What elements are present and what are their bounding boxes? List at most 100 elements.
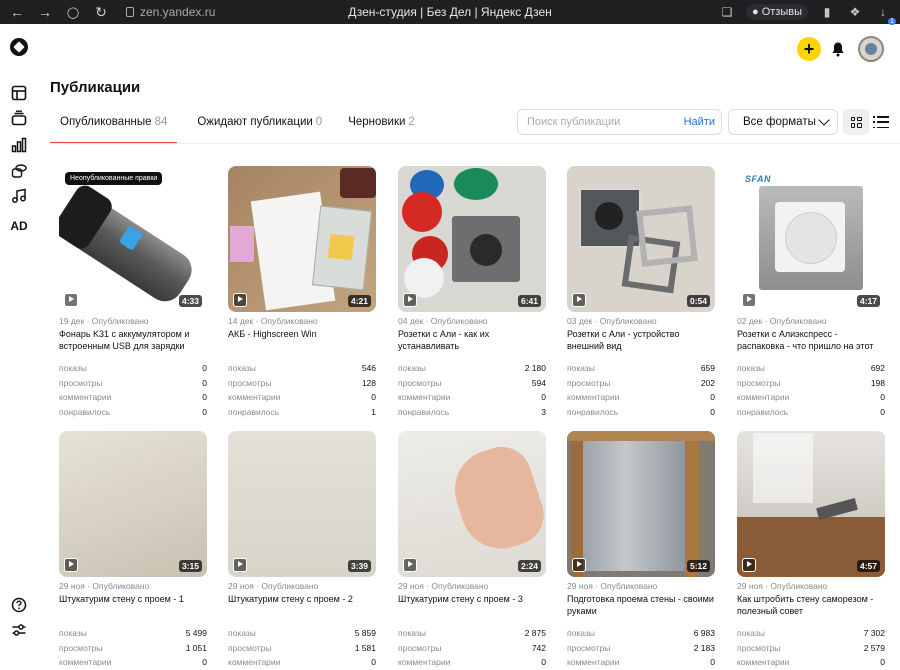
- address-bar[interactable]: zen.yandex.ru: [126, 5, 215, 19]
- play-icon: [403, 558, 417, 572]
- publication-title[interactable]: Розетки с Али - как их устанавливать: [398, 328, 548, 352]
- stat-value: 0: [202, 657, 207, 668]
- search-input[interactable]: [527, 116, 677, 128]
- tab-pending[interactable]: Ожидают публикации 0: [187, 108, 332, 144]
- stat-label: комментарии: [737, 657, 790, 668]
- stat-label: комментарии: [567, 657, 620, 668]
- play-icon: [233, 293, 247, 307]
- stat-label: комментарии: [398, 657, 451, 668]
- video-thumbnail[interactable]: Неопубликованные правки 4:33: [59, 166, 207, 312]
- stat-value: 0: [710, 657, 715, 668]
- tab-drafts[interactable]: Черновики 2: [338, 108, 425, 144]
- stat-value: 0: [880, 407, 885, 418]
- video-thumbnail[interactable]: 3:15: [59, 431, 207, 577]
- tab-published[interactable]: Опубликованные 84: [50, 108, 178, 144]
- list-view-button[interactable]: [873, 114, 889, 130]
- bell-icon[interactable]: [831, 41, 845, 57]
- stat-row-comments: комментарии 0: [737, 655, 887, 670]
- play-icon: [403, 293, 417, 307]
- stats-icon[interactable]: [10, 136, 28, 154]
- video-thumbnail[interactable]: SFAN 4:17: [737, 166, 885, 312]
- publication-card[interactable]: 0:54 03 дек · Опубликовано Розетки с Али -…: [567, 166, 717, 419]
- publication-card[interactable]: 3:15 29 ноя · Опубликовано Штукатурим стен…: [59, 431, 209, 670]
- stat-label: комментарии: [228, 392, 281, 403]
- stat-value: 594: [531, 377, 546, 388]
- publication-card[interactable]: SFAN 4:17 02 дек · Опубликовано Розетки с А…: [737, 166, 887, 419]
- publication-title[interactable]: Подготовка проема стены - своими руками: [567, 593, 717, 617]
- play-icon: [742, 293, 756, 307]
- stat-row-shows: показы 0: [59, 361, 209, 376]
- create-button[interactable]: +: [797, 37, 821, 61]
- publication-title[interactable]: Фонарь K31 с аккумулятором и встроенным …: [59, 328, 209, 352]
- download-count: 1: [888, 18, 896, 25]
- stat-label: понравилось: [59, 407, 111, 418]
- video-thumbnail[interactable]: 2:24: [398, 431, 546, 577]
- download-icon[interactable]: ↓ 1: [874, 3, 896, 25]
- publication-card[interactable]: Неопубликованные правки 4:33 19 дек · Опуб…: [59, 166, 209, 419]
- zen-logo-icon[interactable]: [10, 38, 28, 56]
- publication-title[interactable]: Розетки с Али - устройство внешний вид: [567, 328, 717, 352]
- publication-card[interactable]: 4:57 29 ноя · Опубликовано Как штробить ст…: [737, 431, 887, 670]
- publications-icon[interactable]: [5, 104, 33, 132]
- publication-card[interactable]: 3:39 29 ноя · Опубликовано Штукатурим стен…: [228, 431, 378, 670]
- stat-label: показы: [59, 628, 87, 639]
- stat-row-views: просмотры 2 183: [567, 641, 717, 656]
- publication-stats: показы 7 302 просмотры 2 579 комментарии 0: [737, 626, 887, 670]
- stat-row-shows: показы 7 302: [737, 626, 887, 641]
- publication-card[interactable]: 2:24 29 ноя · Опубликовано Штукатурим стен…: [398, 431, 548, 670]
- music-icon[interactable]: [10, 187, 28, 205]
- stat-value: 0: [202, 407, 207, 418]
- stat-label: показы: [567, 628, 595, 639]
- stat-label: комментарии: [567, 392, 620, 403]
- search-button[interactable]: Найти: [684, 116, 715, 128]
- publication-stats: показы 2 875 просмотры 742 комментарии 0: [398, 626, 548, 670]
- stat-value: 0: [880, 657, 885, 668]
- video-thumbnail[interactable]: 0:54: [567, 166, 715, 312]
- grid-view-button[interactable]: [843, 109, 869, 135]
- stat-row-likes: понравилось 3: [398, 405, 548, 420]
- video-thumbnail[interactable]: 4:57: [737, 431, 885, 577]
- bookmark-icon[interactable]: ▮: [818, 3, 836, 21]
- stat-label: просмотры: [737, 642, 781, 653]
- publication-title[interactable]: Штукатурим стену с проем - 3: [398, 593, 548, 617]
- extensions-icon[interactable]: ❖: [846, 3, 864, 21]
- formats-dropdown[interactable]: Все форматы: [728, 109, 838, 135]
- publication-date: 29 ноя · Опубликовано: [398, 581, 489, 591]
- money-icon[interactable]: [10, 162, 28, 180]
- forward-icon[interactable]: →: [34, 1, 56, 23]
- stat-row-likes: понравилось 1: [228, 405, 378, 420]
- publication-card[interactable]: 6:41 04 дек · Опубликовано Розетки с Али -…: [398, 166, 548, 419]
- stat-value: 198: [870, 377, 885, 388]
- publication-title[interactable]: АКБ - Highscreen Win: [228, 328, 378, 352]
- video-thumbnail[interactable]: 4:21: [228, 166, 376, 312]
- publication-title[interactable]: Штукатурим стену с проем - 2: [228, 593, 378, 617]
- yandex-icon[interactable]: ◯: [62, 1, 84, 23]
- publication-title[interactable]: Розетки с Алиэкспресс - распаковка - что…: [737, 328, 887, 352]
- video-thumbnail[interactable]: 3:39: [228, 431, 376, 577]
- settings-sliders-icon[interactable]: [10, 621, 28, 639]
- stat-value: 2 875: [524, 628, 546, 639]
- reviews-button[interactable]: ● Отзывы: [746, 4, 808, 20]
- publication-title[interactable]: Штукатурим стену с проем - 1: [59, 593, 209, 617]
- stat-value: 0: [371, 392, 376, 403]
- stat-row-comments: комментарии 0: [737, 390, 887, 405]
- stat-value: 692: [870, 363, 885, 374]
- video-thumbnail[interactable]: 6:41: [398, 166, 546, 312]
- reload-icon[interactable]: ↻: [90, 1, 112, 23]
- duration-badge: 4:57: [856, 560, 880, 572]
- publication-card[interactable]: 5:12 29 ноя · Опубликовано Подготовка прое…: [567, 431, 717, 670]
- tabs-icon[interactable]: ❏: [718, 3, 736, 21]
- help-icon[interactable]: [10, 596, 28, 614]
- ad-label[interactable]: AD: [10, 217, 28, 235]
- publication-title[interactable]: Как штробить стену саморезом - полезный …: [737, 593, 887, 617]
- stat-label: показы: [228, 363, 256, 374]
- back-icon[interactable]: ←: [6, 1, 28, 23]
- publication-card[interactable]: 4:21 14 дек · Опубликовано АКБ - Highscree…: [228, 166, 378, 419]
- video-thumbnail[interactable]: 5:12: [567, 431, 715, 577]
- play-icon: [233, 558, 247, 572]
- publication-date: 29 ноя · Опубликовано: [737, 581, 828, 591]
- avatar[interactable]: [858, 36, 884, 62]
- stat-row-shows: показы 6 983: [567, 626, 717, 641]
- layout-icon[interactable]: [10, 84, 28, 102]
- stat-label: просмотры: [59, 377, 103, 388]
